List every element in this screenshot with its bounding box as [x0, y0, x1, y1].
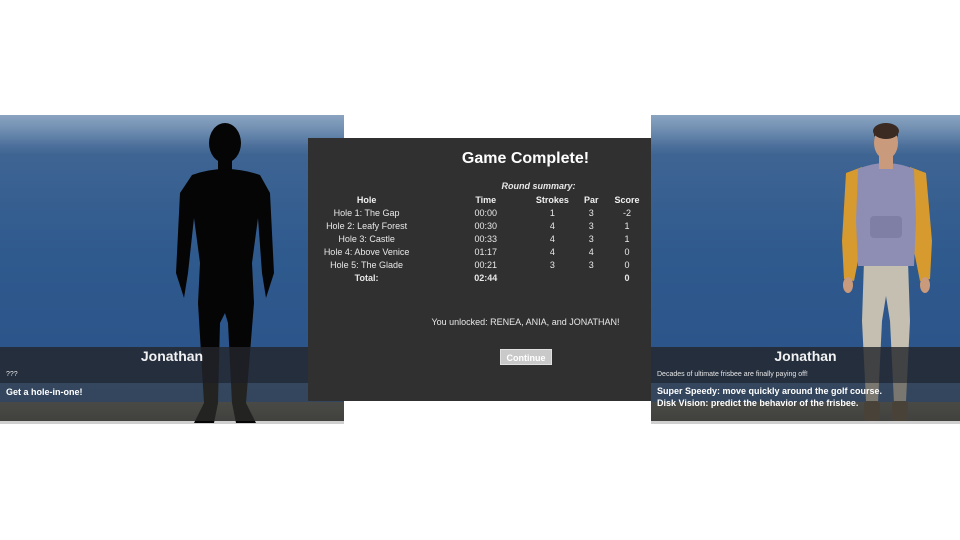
character-name: Jonathan: [140, 348, 204, 364]
table-row: Hole 1: The Gap 00:00 1 3 -2: [333, 208, 631, 218]
character-card-unlocked: Jonathan Decades of ultimate frisbee are…: [651, 115, 960, 424]
character-description: Decades of ultimate frisbee are finally …: [657, 371, 808, 378]
header-hole: Hole: [356, 195, 377, 205]
character-name: Jonathan: [774, 348, 837, 364]
table-row: Hole 3: Castle 00:33 4 3 1: [338, 234, 630, 244]
character-ability: Disk Vision: predict the behavior of the…: [657, 398, 859, 408]
total-row: Total: 02:44 0: [312, 272, 648, 285]
total-score: 0: [624, 273, 630, 283]
game-complete-dialog: Game Complete! Round summary: Hole Time …: [308, 138, 651, 401]
character-ability: Get a hole-in-one!: [6, 387, 83, 397]
header-strokes: Strokes: [535, 195, 569, 205]
table-row: Hole 4: Above Venice 01:17 4 4 0: [323, 247, 630, 257]
total-time: 02:44: [474, 273, 498, 283]
unlocked-message: You unlocked: RENEA, ANIA, and JONATHAN!: [431, 317, 620, 327]
character-card-locked: Jonathan ??? Get a hole-in-one!: [0, 115, 344, 424]
dialog-title: Game Complete!: [461, 150, 590, 167]
table-header-row: Hole Time Strokes Par Score: [312, 194, 648, 207]
table-row: Hole 5: The Glade 00:21 3 3 0: [330, 260, 630, 270]
character-ability: Super Speedy: move quickly around the go…: [657, 386, 883, 396]
header-time: Time: [475, 195, 497, 205]
round-summary-label: Round summary:: [501, 181, 576, 191]
character-description: ???: [6, 371, 18, 378]
round-summary-table: Hole Time Strokes Par Score Hole 1: The …: [312, 194, 648, 285]
header-par: Par: [584, 195, 599, 205]
table-row: Hole 2: Leafy Forest 00:30 4 3 1: [326, 221, 630, 231]
total-label: Total:: [354, 273, 379, 283]
header-score: Score: [614, 195, 640, 205]
continue-button[interactable]: Continue: [500, 349, 552, 365]
